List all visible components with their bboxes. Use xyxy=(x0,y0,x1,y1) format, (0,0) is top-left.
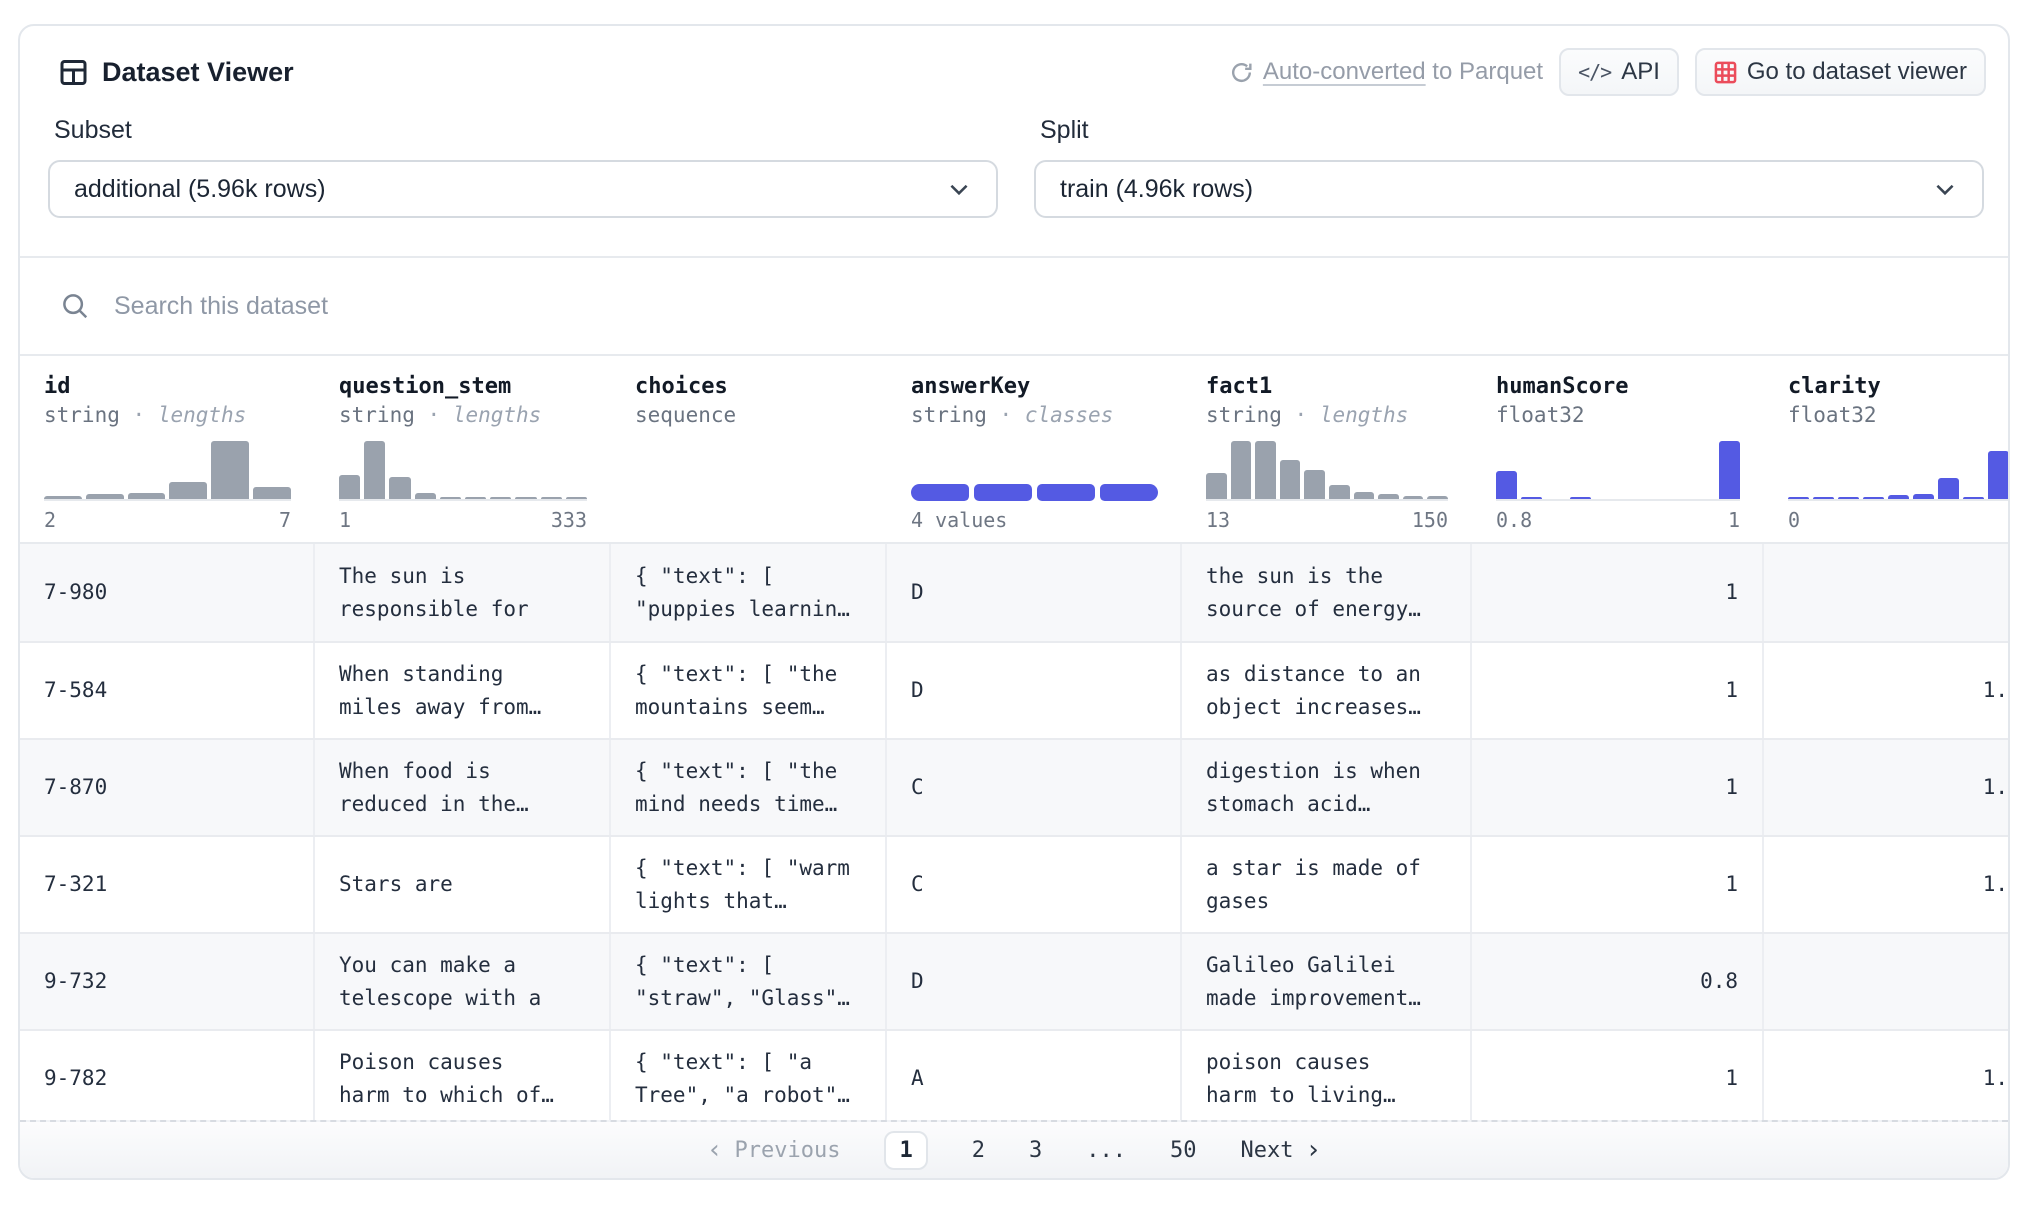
page-button-1[interactable]: 1 xyxy=(884,1131,927,1170)
go-to-dataset-viewer-button[interactable]: Go to dataset viewer xyxy=(1695,48,1986,96)
cell-clarity: 1. xyxy=(1764,1031,2010,1126)
table-row[interactable]: 7-584 When standing miles away from… { "… xyxy=(20,641,2010,738)
cell-fact1: poison causes harm to living… xyxy=(1182,1031,1472,1126)
page-button-3[interactable]: 3 xyxy=(1029,1138,1042,1163)
cell-clarity: 1. xyxy=(1764,740,2010,835)
code-icon: </> xyxy=(1578,60,1611,84)
chevron-down-icon xyxy=(1932,176,1958,202)
column-header-question-stem: question_stem string · lengths 1333 xyxy=(315,356,611,542)
cell-answer-key: A xyxy=(887,1031,1182,1126)
chevron-right-icon: › xyxy=(1305,1137,1321,1163)
api-button[interactable]: </> API xyxy=(1559,48,1679,96)
fact1-lengths-histogram xyxy=(1206,441,1448,501)
column-header-answer-key: answerKey string · classes 4 values xyxy=(887,356,1182,542)
parquet-text: to Parquet xyxy=(1426,58,1543,85)
column-header-human-score: humanScore float32 0.81 xyxy=(1472,356,1764,542)
cell-answer-key: D xyxy=(887,934,1182,1029)
table-body: 7-980 The sun is responsible for { "text… xyxy=(20,544,2010,1126)
cell-question-stem: When food is reduced in the… xyxy=(315,740,611,835)
answer-key-classes-bar xyxy=(911,484,1158,501)
subset-label: Subset xyxy=(54,116,998,145)
cell-fact1: a star is made of gases xyxy=(1182,837,1472,932)
cell-question-stem: You can make a telescope with a xyxy=(315,934,611,1029)
dataset-viewer-card: Dataset Viewer Auto-converted to Parquet… xyxy=(18,24,2010,1180)
card-header: Dataset Viewer Auto-converted to Parquet… xyxy=(20,26,2008,100)
cell-id: 9-732 xyxy=(20,934,315,1029)
chevron-down-icon xyxy=(946,176,972,202)
cell-clarity: 1. xyxy=(1764,837,2010,932)
human-score-histogram xyxy=(1496,441,1740,501)
cell-answer-key: C xyxy=(887,837,1182,932)
cell-id: 7-321 xyxy=(20,837,315,932)
cell-id: 7-980 xyxy=(20,544,315,641)
red-grid-icon xyxy=(1714,61,1737,84)
clarity-histogram xyxy=(1788,441,2010,501)
cell-choices: { "text": [ "the mind needs time… xyxy=(611,740,887,835)
split-select[interactable]: train (4.96k rows) xyxy=(1034,160,1984,218)
cell-fact1: the sun is the source of energy… xyxy=(1182,544,1472,641)
cell-question-stem: The sun is responsible for xyxy=(315,544,611,641)
auto-converted-link[interactable]: Auto-converted xyxy=(1263,58,1426,85)
table-header-row: id string · lengths 27 question_stem str… xyxy=(20,356,2010,544)
table-row[interactable]: 9-732 You can make a telescope with a { … xyxy=(20,932,2010,1029)
split-label: Split xyxy=(1040,116,1984,145)
id-lengths-histogram xyxy=(44,441,291,501)
table-row[interactable]: 7-980 The sun is responsible for { "text… xyxy=(20,544,2010,641)
column-header-choices: choices sequence xyxy=(611,356,887,542)
search-bar xyxy=(20,256,2008,356)
subset-select[interactable]: additional (5.96k rows) xyxy=(48,160,998,218)
cell-question-stem: When standing miles away from… xyxy=(315,643,611,738)
cell-human-score: 0.8 xyxy=(1472,934,1764,1029)
chevron-left-icon: ‹ xyxy=(707,1137,723,1163)
table-row[interactable]: 9-782 Poison causes harm to which of… { … xyxy=(20,1029,2010,1126)
page-ellipsis: ... xyxy=(1086,1138,1126,1163)
cell-id: 7-870 xyxy=(20,740,315,835)
cell-human-score: 1 xyxy=(1472,544,1764,641)
cell-clarity: 1. xyxy=(1764,643,2010,738)
subset-split-controls: Subset additional (5.96k rows) Split tra… xyxy=(20,100,2008,256)
cell-fact1: as distance to an object increases… xyxy=(1182,643,1472,738)
cell-id: 9-782 xyxy=(20,1031,315,1126)
cell-answer-key: C xyxy=(887,740,1182,835)
pagination-bar: ‹ Previous 1 2 3 ... 50 Next › xyxy=(20,1120,2008,1178)
table-row[interactable]: 7-321 Stars are { "text": [ "warm lights… xyxy=(20,835,2010,932)
cell-answer-key: D xyxy=(887,544,1182,641)
cell-fact1: digestion is when stomach acid… xyxy=(1182,740,1472,835)
auto-converted-note: Auto-converted to Parquet xyxy=(1229,58,1543,86)
question-stem-lengths-histogram xyxy=(339,441,587,501)
table-row[interactable]: 7-870 When food is reduced in the… { "te… xyxy=(20,738,2010,835)
cell-choices: { "text": [ "warm lights that… xyxy=(611,837,887,932)
search-icon xyxy=(60,291,90,321)
data-table: id string · lengths 27 question_stem str… xyxy=(20,356,2010,1126)
cell-human-score: 1 xyxy=(1472,740,1764,835)
cell-human-score: 1 xyxy=(1472,1031,1764,1126)
search-input[interactable] xyxy=(112,291,1968,322)
cell-clarity xyxy=(1764,934,2010,1029)
cell-choices: { "text": [ "the mountains seem… xyxy=(611,643,887,738)
column-header-clarity: clarity float32 0 xyxy=(1764,356,2010,542)
cell-question-stem: Stars are xyxy=(315,837,611,932)
previous-page-button[interactable]: ‹ Previous xyxy=(707,1137,841,1163)
cell-human-score: 1 xyxy=(1472,837,1764,932)
cell-clarity xyxy=(1764,544,2010,641)
page-button-50[interactable]: 50 xyxy=(1170,1138,1197,1163)
cell-id: 7-584 xyxy=(20,643,315,738)
page-title: Dataset Viewer xyxy=(102,57,294,88)
cell-answer-key: D xyxy=(887,643,1182,738)
column-header-id: id string · lengths 27 xyxy=(20,356,315,542)
cell-choices: { "text": [ "a Tree", "a robot"… xyxy=(611,1031,887,1126)
next-page-button[interactable]: Next › xyxy=(1240,1137,1321,1163)
cell-question-stem: Poison causes harm to which of… xyxy=(315,1031,611,1126)
cell-choices: { "text": [ "straw", "Glass"… xyxy=(611,934,887,1029)
cell-choices: { "text": [ "puppies learnin… xyxy=(611,544,887,641)
cell-fact1: Galileo Galilei made improvement… xyxy=(1182,934,1472,1029)
table-grid-icon xyxy=(60,59,87,86)
page-button-2[interactable]: 2 xyxy=(972,1138,985,1163)
refresh-icon xyxy=(1229,60,1254,85)
cell-human-score: 1 xyxy=(1472,643,1764,738)
column-header-fact1: fact1 string · lengths 13150 xyxy=(1182,356,1472,542)
